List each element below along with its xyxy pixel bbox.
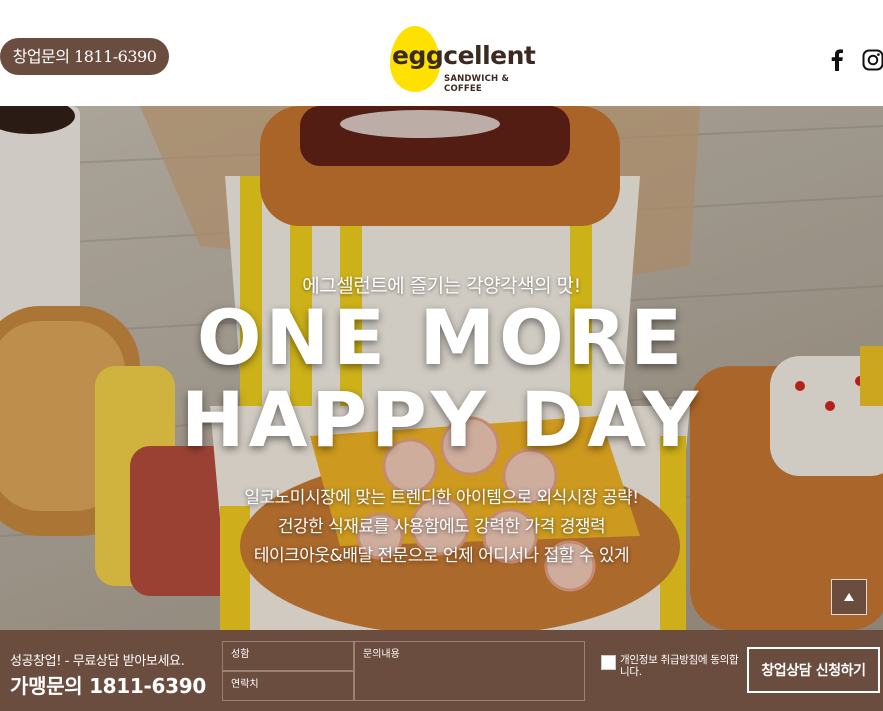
hero-copy-line: 일코노미시장에 맞는 트렌디한 아이템으로 외식시장 공략! [244, 488, 639, 508]
arrow-up-icon [844, 593, 854, 601]
inquiry-subtitle: 성공창업! - 무료상담 받아보세요. [10, 654, 185, 669]
hero-title-line1: ONE MORE [196, 293, 687, 382]
submit-inquiry-button[interactable]: 창업상담 신청하기 [747, 647, 880, 693]
name-field[interactable]: 성함 [222, 641, 354, 671]
logo-wordmark: eggcellent [392, 41, 536, 70]
privacy-consent[interactable]: 개인정보 취급방침에 동의합니다. [601, 654, 741, 678]
message-field[interactable]: 문의내용 [354, 641, 585, 701]
inquiry-phone: 가맹문의 1811-6390 [10, 674, 206, 698]
facebook-icon[interactable] [825, 48, 849, 72]
contact-field[interactable]: 연락치 [222, 671, 354, 701]
hero-title-line2: HAPPY DAY [181, 375, 702, 464]
hero-banner: 에그셀런트에 즐기는 각양각색의 맛! ONE MORE HAPPY DAY 일… [0, 106, 883, 630]
site-header: 창업문의 1811-6390 eggcellent SANDWICH & COF… [0, 0, 883, 106]
consent-checkbox[interactable] [601, 655, 616, 670]
logo-tagline: SANDWICH & COFFEE [444, 74, 510, 94]
hero-copy-line: 건강한 식재료를 사용함에도 강력한 가격 경쟁력 [277, 517, 606, 537]
franchise-inquiry-button[interactable]: 창업문의 1811-6390 [0, 38, 169, 75]
scroll-to-top-button[interactable] [831, 579, 867, 615]
instagram-icon[interactable] [861, 48, 883, 72]
inquiry-bar: 성공창업! - 무료상담 받아보세요. 가맹문의 1811-6390 성함 연락… [0, 630, 883, 711]
consent-label: 개인정보 취급방침에 동의합니다. [620, 654, 739, 678]
hero-copy-line: 테이크아웃&배달 전문으로 언제 어디서나 접할 수 있게 [253, 546, 630, 566]
brand-logo[interactable]: eggcellent SANDWICH & COFFEE [388, 24, 548, 96]
